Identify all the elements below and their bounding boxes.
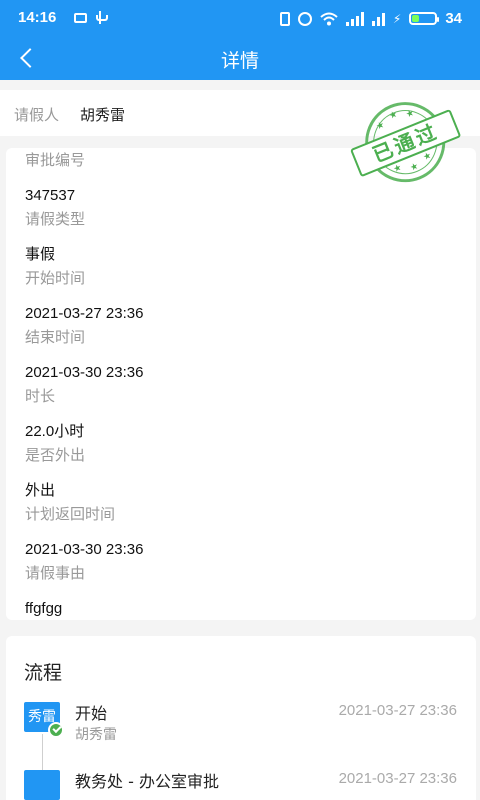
alarm-icon	[297, 11, 312, 26]
status-time: 14:16	[18, 9, 57, 26]
detail-field-start-time: 开始时间 2021-03-27 23:36	[25, 268, 143, 324]
flow-step: 秀雷 开始 胡秀雷 2021-03-27 23:36	[6, 702, 476, 770]
field-label: 是否外出	[25, 446, 86, 464]
field-label: 请假事由	[25, 564, 86, 582]
field-value: 2021-03-27 23:36	[25, 305, 144, 322]
field-label: 开始时间	[25, 269, 86, 287]
detail-field-end-time: 结束时间 2021-03-30 23:36	[25, 327, 143, 383]
field-value: 事假	[25, 246, 56, 263]
flow-step-time: 2021-03-27 23:36	[338, 702, 457, 719]
vibrate-icon	[279, 11, 290, 26]
charging-icon: ⚡	[392, 11, 402, 26]
nav-bar: 详情	[0, 36, 480, 80]
status-left-icons	[74, 11, 108, 24]
flow-step-time: 2021-03-27 23:36	[338, 770, 457, 787]
field-value: ffgfgg	[25, 600, 63, 617]
status-bar: 14:16 ⚡ 34	[0, 0, 480, 36]
field-value: 外出	[25, 482, 56, 499]
battery-icon	[409, 12, 440, 25]
battery-level: 34	[445, 10, 462, 27]
field-label: 请假类型	[25, 210, 86, 228]
detail-card: 审批编号 347537 请假类型 事假 开始时间 2021-03-27 23:3…	[6, 148, 476, 620]
detail-field-reason: 请假事由 ffgfgg	[25, 563, 85, 619]
field-value: 347537	[25, 187, 76, 204]
flow-step-person: 胡秀雷	[75, 727, 117, 743]
field-label: 审批编号	[25, 151, 86, 169]
page-title: 详情	[220, 50, 259, 72]
detail-field-leave-type: 请假类型 事假	[25, 209, 85, 265]
hd-signal-icon	[371, 12, 385, 26]
field-value: 2021-03-30 23:36	[25, 541, 144, 558]
flow-step-name: 开始	[75, 704, 108, 723]
flow-step-name: 教务处 - 办公室审批	[75, 772, 219, 791]
flow-step: 教务处 - 办公室审批 2021-03-27 23:36	[6, 770, 476, 800]
field-label: 结束时间	[25, 328, 86, 346]
field-value: 22.0小时	[25, 423, 85, 440]
usb-icon	[95, 11, 108, 24]
flow-card: 流程 秀雷 开始 胡秀雷 2021-03-27 23:36 教务处 - 办公室审…	[6, 636, 476, 800]
wifi-icon	[320, 12, 338, 26]
detail-field-going-out: 是否外出 外出	[25, 445, 85, 501]
field-value: 2021-03-30 23:36	[25, 364, 144, 381]
detail-field-return-time: 计划返回时间 2021-03-30 23:36	[25, 504, 143, 560]
status-right-icons: ⚡ 34	[279, 10, 462, 27]
battery-fill	[412, 15, 420, 22]
flow-title: 流程	[24, 662, 63, 684]
avatar	[24, 770, 60, 800]
detail-field-duration: 时长 22.0小时	[25, 386, 84, 442]
detail-field-approval-number: 审批编号 347537	[25, 150, 85, 206]
flow-connector	[42, 734, 43, 770]
check-icon	[48, 722, 64, 738]
mail-icon	[74, 12, 87, 23]
applicant-value: 胡秀雷	[80, 106, 126, 124]
field-label: 计划返回时间	[25, 505, 116, 523]
field-label: 时长	[25, 387, 56, 405]
signal-icon	[345, 11, 364, 26]
applicant-label: 请假人	[14, 106, 60, 124]
